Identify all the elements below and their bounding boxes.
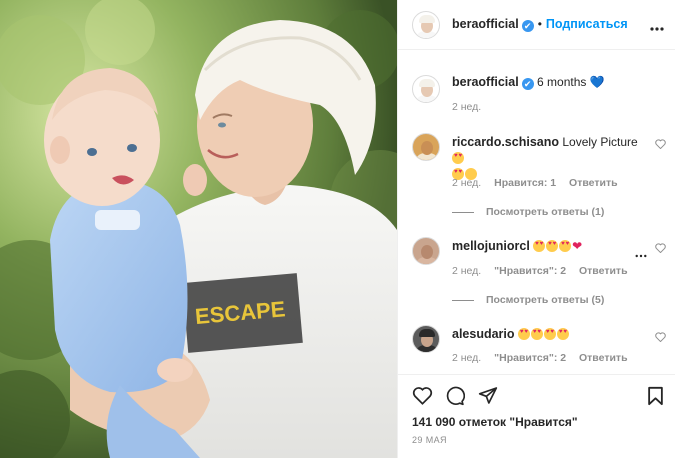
comment-likes[interactable]: Нравится: 1 xyxy=(494,177,556,189)
comment-body: Lovely Picture xyxy=(562,135,638,149)
blue-heart-emoji-icon: 💙 xyxy=(589,75,605,89)
like-comment-heart-icon[interactable] xyxy=(655,139,666,152)
heart-eyes-emoji-icon xyxy=(559,240,572,252)
comment-text: alesudario xyxy=(452,326,570,342)
heart-eyes-emoji-icon xyxy=(533,240,546,252)
post-actions: 141 090 отметок "Нравится" 29 мая xyxy=(398,374,675,458)
heart-eyes-emoji-icon xyxy=(543,328,556,340)
verified-badge-icon: ✔ xyxy=(521,78,534,90)
save-bookmark-icon[interactable] xyxy=(647,386,664,409)
separator-dot: • xyxy=(537,17,542,31)
comment-item: mellojuniorcl ❤ 2 нед. "Нравится": 2 Отв… xyxy=(398,234,675,310)
replies-divider xyxy=(452,299,474,301)
red-heart-emoji-icon: ❤ xyxy=(572,239,583,253)
comment-time[interactable]: 2 нед. xyxy=(452,177,481,189)
comment-text: mellojuniorcl ❤ xyxy=(452,238,582,254)
more-options-icon[interactable] xyxy=(650,20,664,31)
comment-item: alesudario 2 нед. "Нравится": 2 Ответить xyxy=(398,322,675,372)
view-replies-label: Посмотреть ответы (1) xyxy=(486,206,605,218)
comment-bubble-icon[interactable] xyxy=(445,386,466,409)
author-avatar[interactable] xyxy=(412,11,440,39)
commenter-avatar[interactable] xyxy=(412,237,440,265)
commenter-username[interactable]: riccardo.schisano xyxy=(452,135,559,149)
comment-time[interactable]: 2 нед. xyxy=(452,352,481,364)
heart-eyes-emoji-icon xyxy=(530,328,543,340)
post-side-panel: beraofficial ✔ • Подписаться beraofficial ✔ … xyxy=(397,0,675,458)
comment-text: riccardo.schisano Lovely Picture xyxy=(452,134,652,182)
header-meta: beraofficial ✔ • Подписаться xyxy=(452,17,628,32)
comment-more-icon[interactable] xyxy=(635,247,647,258)
caption-avatar[interactable] xyxy=(412,75,440,103)
like-heart-icon[interactable] xyxy=(412,386,433,408)
caption-body: 6 months xyxy=(537,75,587,89)
commenter-avatar[interactable] xyxy=(412,325,440,353)
commenter-username[interactable]: alesudario xyxy=(452,327,515,341)
verified-badge-icon: ✔ xyxy=(521,20,534,32)
like-comment-heart-icon[interactable] xyxy=(655,243,666,256)
post-header: beraofficial ✔ • Подписаться xyxy=(398,0,675,50)
follow-button[interactable]: Подписаться xyxy=(546,17,628,31)
reply-button[interactable]: Ответить xyxy=(579,265,628,277)
caption-meta: 2 нед. xyxy=(452,101,491,113)
view-replies-button[interactable]: Посмотреть ответы (5) xyxy=(452,294,604,306)
caption-time[interactable]: 2 нед. xyxy=(452,101,481,113)
like-count[interactable]: 141 090 отметок "Нравится" xyxy=(412,415,578,429)
comment-meta: 2 нед. Нравится: 1 Ответить xyxy=(452,177,628,189)
caption-text: beraofficial ✔ 6 months 💙 xyxy=(452,74,605,90)
heart-eyes-emoji-icon xyxy=(517,328,530,340)
comment-likes[interactable]: "Нравится": 2 xyxy=(494,265,566,277)
author-username[interactable]: beraofficial xyxy=(452,17,519,31)
reply-button[interactable]: Ответить xyxy=(569,177,618,189)
reply-button[interactable]: Ответить xyxy=(579,352,628,364)
heart-eyes-emoji-icon xyxy=(546,240,559,252)
view-replies-label: Посмотреть ответы (5) xyxy=(486,294,605,306)
instagram-post: ESCAPE beraofficial ✔ • Подписаться bera… xyxy=(0,0,675,458)
caption-username[interactable]: beraofficial xyxy=(452,75,519,89)
comment-meta: 2 нед. "Нравится": 2 Ответить xyxy=(452,265,638,277)
commenter-avatar[interactable] xyxy=(412,133,440,161)
heart-eyes-emoji-icon xyxy=(452,152,464,164)
share-send-icon[interactable] xyxy=(478,386,498,408)
replies-divider xyxy=(452,211,474,213)
view-replies-button[interactable]: Посмотреть ответы (1) xyxy=(452,206,604,218)
heart-eyes-emoji-icon xyxy=(556,328,569,340)
post-date[interactable]: 29 мая xyxy=(412,435,447,445)
photo-illustration: ESCAPE xyxy=(0,0,397,458)
commenter-username[interactable]: mellojuniorcl xyxy=(452,239,530,253)
post-photo[interactable]: ESCAPE xyxy=(0,0,397,458)
comment-item: riccardo.schisano Lovely Picture 2 нед. … xyxy=(398,130,675,220)
like-comment-heart-icon[interactable] xyxy=(655,332,666,345)
comment-meta: 2 нед. "Нравится": 2 Ответить xyxy=(452,352,638,364)
comment-time[interactable]: 2 нед. xyxy=(452,265,481,277)
caption: beraofficial ✔ 6 months 💙 2 нед. xyxy=(398,70,675,120)
comment-likes[interactable]: "Нравится": 2 xyxy=(494,352,566,364)
